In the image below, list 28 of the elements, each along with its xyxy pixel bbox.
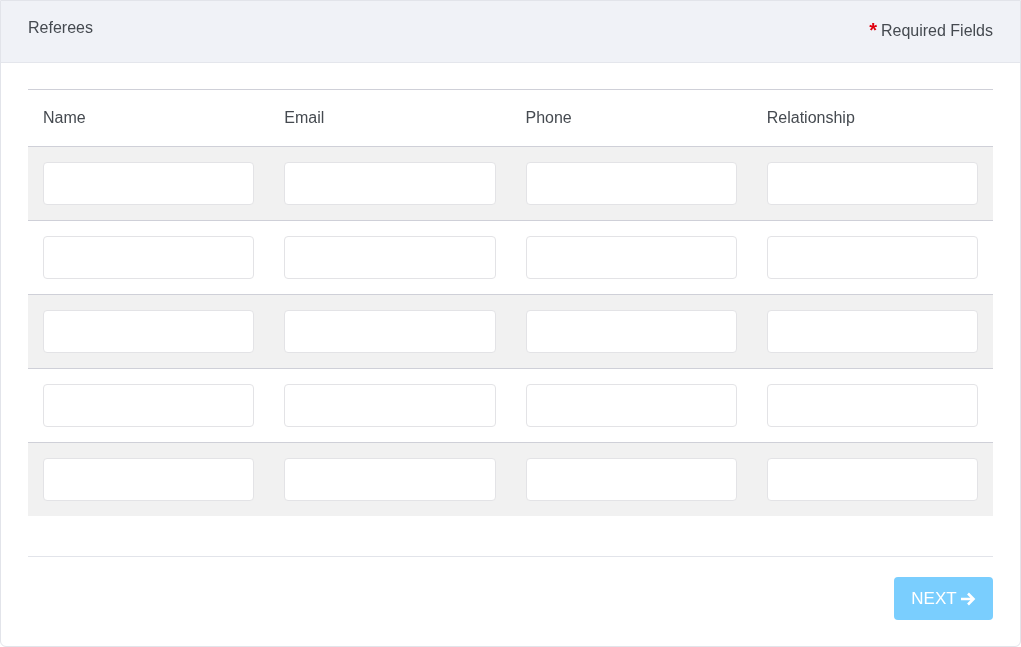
input-field[interactable]: [525, 458, 737, 501]
input-field[interactable]: [525, 384, 737, 427]
required-note: Required Fields: [880, 22, 993, 40]
panel-title: Referees: [28, 19, 93, 38]
input-field[interactable]: [43, 310, 255, 353]
column-header: Relationship: [751, 89, 993, 147]
input-field[interactable]: [766, 162, 978, 205]
input-field[interactable]: [43, 236, 255, 279]
required-marker: *: [869, 22, 877, 38]
column-header: Email: [269, 89, 511, 147]
input-field[interactable]: [766, 458, 978, 501]
input-field[interactable]: [766, 310, 978, 353]
input-field[interactable]: [525, 310, 737, 353]
arrow-right-icon: [959, 590, 976, 607]
input-field[interactable]: [766, 384, 978, 427]
input-field[interactable]: [284, 458, 496, 501]
input-field[interactable]: [284, 310, 496, 353]
column-header: Name: [28, 89, 270, 147]
input-field[interactable]: [284, 162, 496, 205]
column-header: Phone: [510, 89, 752, 147]
input-field[interactable]: [766, 236, 978, 279]
input-field[interactable]: [43, 458, 255, 501]
input-field[interactable]: [284, 384, 496, 427]
input-field[interactable]: [525, 236, 737, 279]
input-field[interactable]: [43, 384, 255, 427]
input-field[interactable]: [43, 162, 255, 205]
input-field[interactable]: [525, 162, 737, 205]
input-field[interactable]: [284, 236, 496, 279]
